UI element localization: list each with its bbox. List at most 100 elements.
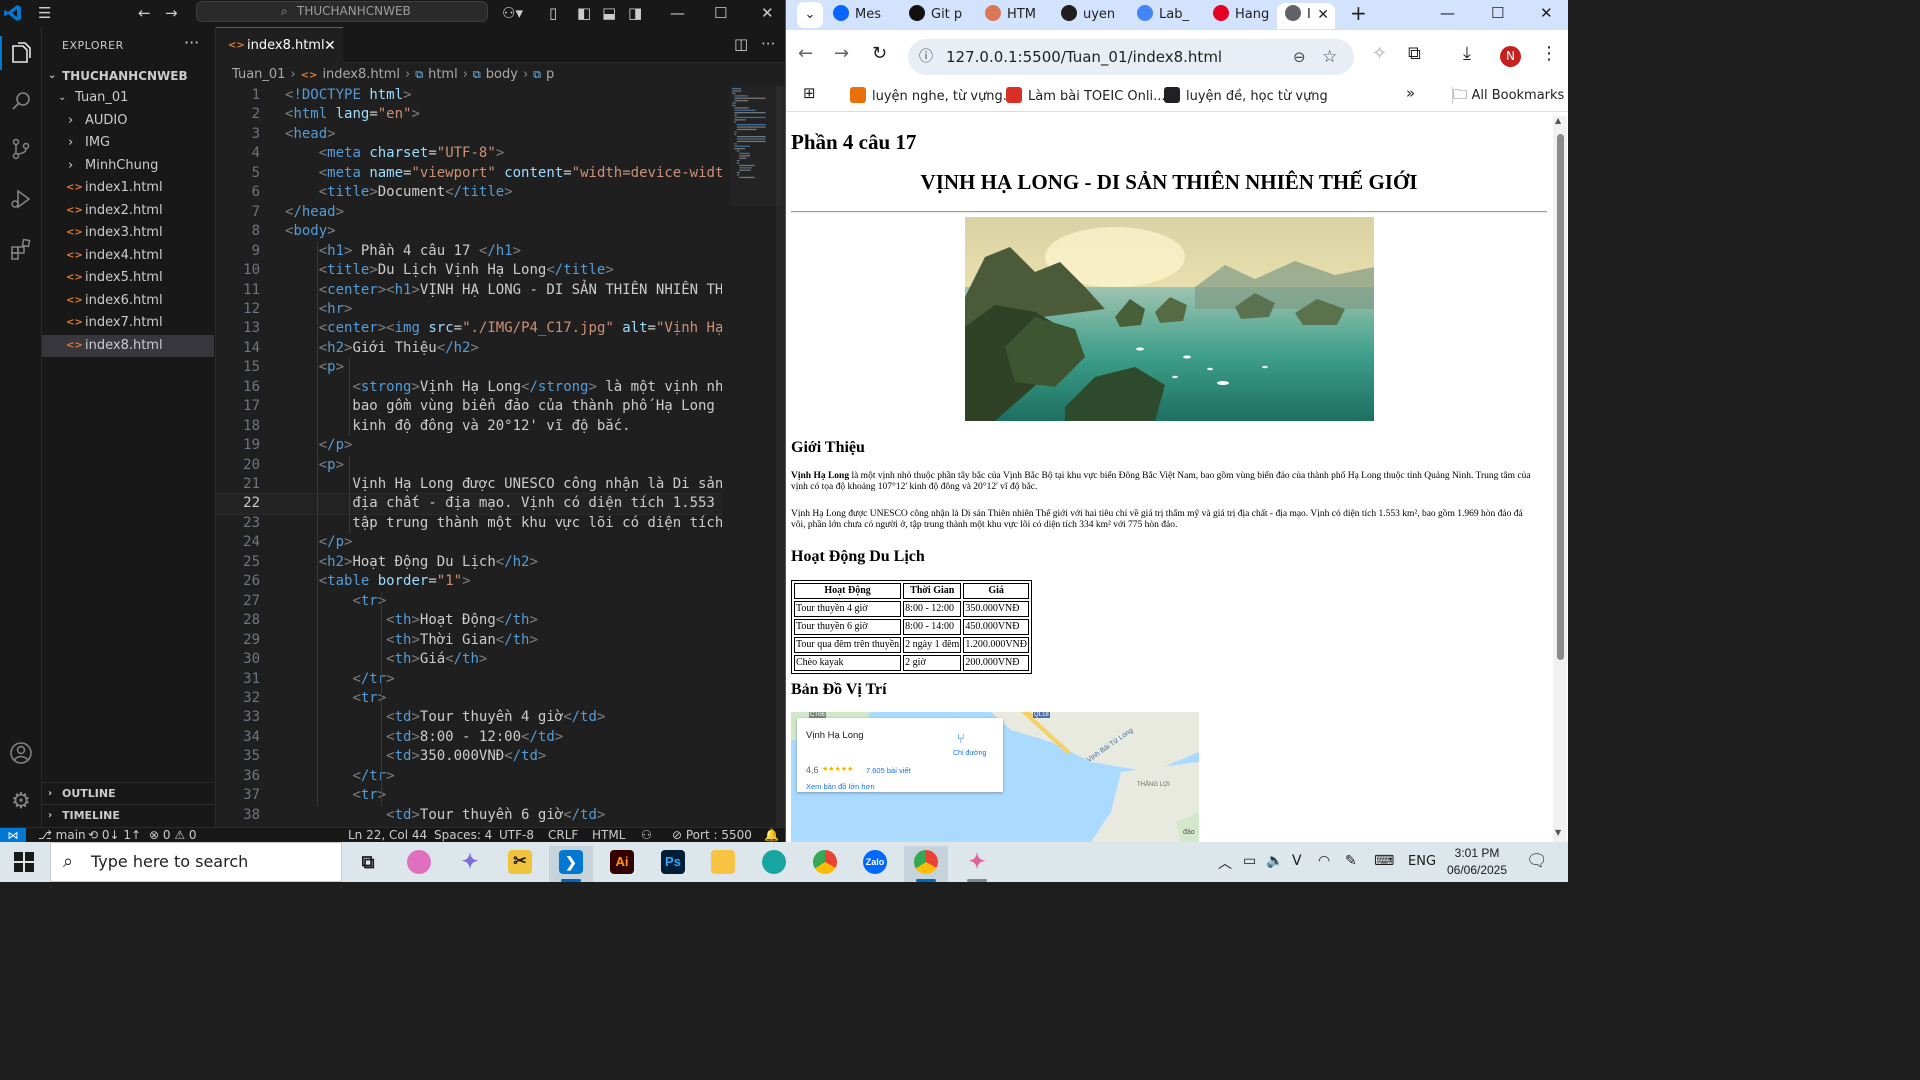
file-item[interactable]: <> index6.html: [42, 290, 214, 312]
minimize-icon[interactable]: —: [1440, 4, 1455, 22]
line-ending[interactable]: CRLF: [548, 828, 578, 842]
command-center-search[interactable]: ⌕ THUCHANHCNWEB: [196, 1, 488, 22]
apps-grid-icon[interactable]: ⊞: [803, 85, 816, 102]
address-bar[interactable]: ⓘ 127.0.0.1:5500/Tuan_01/index8.html ⊖ ☆: [908, 39, 1354, 75]
code-line[interactable]: 35 <td>350.000VNĐ</td>: [216, 747, 722, 766]
breadcrumb-item[interactable]: index8.html: [322, 67, 400, 82]
taskbar-search-box[interactable]: ⌕ Type here to search: [50, 842, 342, 882]
code-line[interactable]: 2 <html lang="en">: [216, 105, 722, 124]
code-line[interactable]: 17 bao gồm vùng biển đảo của thành phố H…: [216, 397, 722, 416]
clock[interactable]: 3:01 PM 06/06/2025: [1440, 845, 1514, 879]
profile-avatar[interactable]: N: [1500, 46, 1521, 67]
file-item[interactable]: <> index3.html: [42, 222, 214, 244]
show-hidden-icons-chevron-icon[interactable]: ︿: [1218, 853, 1232, 873]
file-explorer-icon[interactable]: [701, 846, 745, 882]
code-line[interactable]: 13 <center><img src="./IMG/P4_C17.jpg" a…: [216, 319, 722, 338]
kebab-menu-icon[interactable]: ⋮: [1540, 44, 1558, 64]
breadcrumb-item[interactable]: body: [486, 67, 518, 82]
bookmark-item[interactable]: luyện đề, học từ vựng: [1164, 87, 1328, 105]
extensions-puzzle-icon[interactable]: ⧉: [1408, 44, 1421, 64]
zalo-icon[interactable]: Zalo: [853, 846, 897, 882]
vietkey-icon[interactable]: V: [1292, 853, 1302, 869]
code-line[interactable]: 12 <hr>: [216, 300, 722, 319]
forward-arrow-icon[interactable]: →: [834, 44, 849, 64]
more-actions-icon[interactable]: ···: [184, 33, 199, 52]
browser-tab[interactable]: uyen: [1053, 3, 1123, 29]
code-line[interactable]: 15 <p>: [216, 358, 722, 377]
code-line[interactable]: 8 <body>: [216, 222, 722, 241]
maximize-icon[interactable]: ☐: [714, 3, 727, 23]
more-bookmarks-chevron-icon[interactable]: »: [1406, 85, 1415, 102]
file-item[interactable]: <> index4.html: [42, 245, 214, 267]
close-window-icon[interactable]: ✕: [761, 3, 774, 23]
browser-tab[interactable]: Mes: [825, 3, 895, 29]
file-item[interactable]: <> index8.html: [42, 334, 214, 357]
breadcrumb-item[interactable]: html: [428, 67, 458, 82]
code-line[interactable]: 32 <tr>: [216, 689, 722, 708]
copilot-icon[interactable]: ⚇▾: [502, 3, 523, 23]
folder-item[interactable]: › IMG: [42, 132, 214, 154]
reload-icon[interactable]: ↻: [872, 44, 887, 64]
chrome-icon[interactable]: [803, 846, 847, 882]
explorer-icon[interactable]: [0, 36, 38, 70]
file-item[interactable]: <> index1.html: [42, 177, 214, 199]
breadcrumb-item[interactable]: p: [546, 67, 554, 82]
minimap[interactable]: [730, 86, 782, 206]
code-line[interactable]: 11 <center><h1>VỊNH HẠ LONG - DI SẢN THI…: [216, 281, 722, 300]
browser-tab[interactable]: Hang: [1205, 3, 1275, 29]
toggle-secondary-sidebar-icon[interactable]: ◨: [628, 3, 642, 23]
timeline-section[interactable]: › TIMELINE: [42, 804, 214, 826]
code-line[interactable]: 36 </tr>: [216, 767, 722, 786]
larger-map-link[interactable]: Xem bản đồ lớn hơn: [806, 782, 875, 791]
edge-icon[interactable]: [752, 846, 796, 882]
snipping-tool-icon[interactable]: ✂: [498, 846, 542, 882]
map-reviews-link[interactable]: 7.605 bài viết: [866, 766, 911, 775]
windows-start-icon[interactable]: [14, 852, 34, 872]
language-indicator[interactable]: ENG: [1408, 854, 1436, 869]
code-line[interactable]: 27 <tr>: [216, 592, 722, 611]
forward-arrow-icon[interactable]: →: [165, 3, 178, 23]
toggle-panel-icon[interactable]: ⬓: [602, 3, 616, 23]
folder-item[interactable]: ⌄ Tuan_01: [42, 87, 214, 109]
scroll-down-icon[interactable]: ▼: [1555, 828, 1561, 837]
chrome-profile-taskbar-icon[interactable]: [904, 846, 948, 882]
code-line[interactable]: 1 <!DOCTYPE html>: [216, 86, 722, 105]
code-line[interactable]: 22 địa chất - địa mạo. Vịnh có diện tích…: [216, 493, 722, 515]
minimize-icon[interactable]: —: [670, 3, 685, 23]
code-line[interactable]: 30 <th>Giá</th>: [216, 650, 722, 669]
language-mode[interactable]: HTML: [592, 828, 625, 842]
directions-link[interactable]: Chỉ đường: [953, 750, 986, 757]
code-line[interactable]: 16 <strong>Vịnh Hạ Long</strong> là một …: [216, 378, 722, 397]
scrollbar-thumb[interactable]: [1557, 134, 1564, 660]
extensions-icon[interactable]: [4, 232, 38, 266]
close-tab-icon[interactable]: ✕: [1317, 3, 1329, 27]
toggle-layout-icon[interactable]: ▯: [549, 3, 557, 23]
volume-icon[interactable]: 🔈: [1266, 853, 1283, 869]
search-icon[interactable]: [4, 84, 38, 118]
code-line[interactable]: 4 <meta charset="UTF-8">: [216, 144, 722, 163]
folder-item[interactable]: › AUDIO: [42, 110, 214, 132]
split-editor-icon[interactable]: ◫: [734, 35, 748, 53]
settings-gear-icon[interactable]: ⚙: [4, 785, 38, 819]
bookmark-item[interactable]: luyện nghe, từ vựng...: [850, 87, 1015, 105]
encoding[interactable]: UTF-8: [499, 828, 534, 842]
close-window-icon[interactable]: ✕: [1540, 4, 1553, 22]
editor-scrollbar[interactable]: [776, 86, 785, 827]
code-line[interactable]: 3 <head>: [216, 125, 722, 144]
code-line[interactable]: 19 </p>: [216, 436, 722, 455]
code-line[interactable]: 37 <tr>: [216, 786, 722, 805]
gemini-app-icon[interactable]: ✦: [955, 846, 999, 882]
page-scrollbar[interactable]: ▲ ▼: [1553, 116, 1567, 842]
battery-icon[interactable]: ▭: [1243, 853, 1256, 869]
wifi-icon[interactable]: ◠: [1318, 853, 1330, 869]
code-line[interactable]: 14 <h2>Giới Thiệu</h2>: [216, 339, 722, 358]
tab-index8-html[interactable]: <> index8.html ✕: [216, 27, 343, 63]
remote-indicator-icon[interactable]: ⋈: [0, 828, 26, 842]
more-actions-icon[interactable]: ···: [761, 35, 775, 53]
photoshop-icon[interactable]: Ps: [651, 846, 695, 882]
browser-tab[interactable]: Git p: [901, 3, 971, 29]
run-debug-icon[interactable]: [4, 182, 38, 216]
browser-tab[interactable]: I ✕: [1277, 3, 1335, 29]
folder-item[interactable]: › MinhChung: [42, 155, 214, 177]
tab-search-icon[interactable]: ⌄: [797, 2, 823, 28]
